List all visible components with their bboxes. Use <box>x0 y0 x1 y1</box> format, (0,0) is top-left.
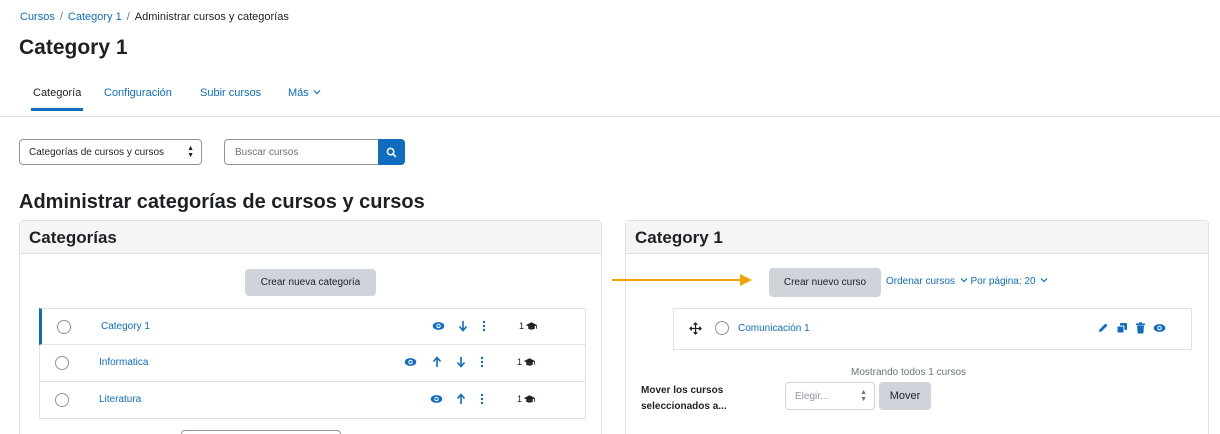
course-count: 1 <box>517 394 536 404</box>
eye-icon[interactable] <box>432 321 445 331</box>
graduation-cap-icon <box>525 322 538 330</box>
tab-configuracion[interactable]: Configuración <box>104 87 172 99</box>
course-count-value: 1 <box>517 357 523 367</box>
select-caret-icon: ▲ ▼ <box>187 145 194 159</box>
kebab-menu-icon[interactable] <box>480 393 484 405</box>
create-course-button[interactable]: Crear nuevo curso <box>769 268 881 297</box>
course-name-link[interactable]: Comunicación 1 <box>738 323 810 334</box>
category-select-radio[interactable] <box>55 356 69 370</box>
category-row[interactable]: Informatica 1 <box>39 345 586 382</box>
category-row[interactable]: Category 1 1 <box>39 308 586 345</box>
category-select-radio[interactable] <box>55 393 69 407</box>
category-name-link[interactable]: Category 1 <box>101 321 150 332</box>
move-button[interactable]: Mover <box>879 382 931 410</box>
per-page-label[interactable]: Por página: 20 <box>970 276 1035 287</box>
chevron-down-icon <box>313 90 321 95</box>
graduation-cap-icon <box>523 358 536 366</box>
bulk-action-select[interactable] <box>181 430 341 434</box>
manage-heading: Administrar categorías de cursos y curso… <box>19 191 425 213</box>
category-row[interactable]: Literatura 1 <box>39 382 586 419</box>
search-button[interactable] <box>378 139 405 165</box>
search-icon <box>386 147 397 157</box>
arrow-up-icon[interactable] <box>432 356 442 368</box>
breadcrumb: Cursos / Category 1 / Administrar cursos y c… <box>20 11 289 23</box>
breadcrumb-item-current: Administrar cursos y categorías <box>134 11 289 23</box>
annotation-arrow-head <box>740 274 752 286</box>
courses-panel-title: Category 1 <box>626 221 1208 254</box>
pencil-icon[interactable] <box>1097 322 1109 334</box>
copy-icon[interactable] <box>1116 322 1128 334</box>
showing-courses-text: Mostrando todos 1 cursos <box>851 367 967 378</box>
breadcrumb-separator: / <box>59 11 63 23</box>
course-count-value: 1 <box>519 321 525 331</box>
category-select-radio[interactable] <box>57 320 71 334</box>
course-count: 1 <box>517 357 536 367</box>
move-icon[interactable] <box>689 322 702 335</box>
move-target-select-value: Elegir... <box>795 390 829 402</box>
create-category-button[interactable]: Crear nueva categoría <box>245 269 376 296</box>
course-row[interactable]: Comunicación 1 <box>673 308 1192 350</box>
category-list: Category 1 1 Informatica 1 Literatura 1 <box>39 308 586 419</box>
trash-icon[interactable] <box>1135 322 1146 334</box>
page-title: Category 1 <box>19 36 128 59</box>
category-name-link[interactable]: Literatura <box>99 394 141 405</box>
arrow-down-icon[interactable] <box>458 320 468 332</box>
chevron-down-icon <box>1040 278 1048 283</box>
kebab-menu-icon[interactable] <box>480 356 484 368</box>
sort-courses-link[interactable]: Ordenar cursos Por página: 20 <box>886 276 1048 287</box>
arrow-down-icon[interactable] <box>456 356 466 368</box>
view-mode-select-value: Categorías de cursos y cursos <box>29 146 165 158</box>
chevron-down-icon <box>960 278 968 283</box>
category-name-link[interactable]: Informatica <box>99 357 148 368</box>
move-target-select[interactable]: Elegir... ▲ ▼ <box>785 382 875 410</box>
kebab-menu-icon[interactable] <box>482 320 486 332</box>
breadcrumb-item-category[interactable]: Category 1 <box>68 11 122 23</box>
select-caret-icon: ▲ ▼ <box>860 389 867 403</box>
tab-categoria[interactable]: Categoría <box>30 87 84 111</box>
breadcrumb-separator: / <box>126 11 130 23</box>
annotation-arrow <box>612 279 742 281</box>
eye-icon[interactable] <box>430 394 443 404</box>
eye-icon[interactable] <box>1153 323 1166 333</box>
course-count-value: 1 <box>517 394 523 404</box>
graduation-cap-icon <box>523 395 536 403</box>
eye-icon[interactable] <box>404 357 417 367</box>
secondary-navigation: Categoría Configuración Subir cursos Más <box>0 80 1220 117</box>
search-courses-input[interactable] <box>224 139 378 165</box>
breadcrumb-item-cursos[interactable]: Cursos <box>20 11 55 23</box>
view-mode-select[interactable]: Categorías de cursos y cursos ▲ ▼ <box>19 139 202 165</box>
categories-panel-title: Categorías <box>20 221 601 254</box>
course-count: 1 <box>519 321 538 331</box>
move-courses-label: Mover los cursos seleccionados a... <box>641 385 727 412</box>
course-select-radio[interactable] <box>715 321 729 335</box>
sort-courses-label: Ordenar cursos <box>886 276 955 287</box>
tab-mas-label: Más <box>288 87 309 99</box>
arrow-up-icon[interactable] <box>456 393 466 405</box>
tab-subir-cursos[interactable]: Subir cursos <box>200 87 261 99</box>
tab-mas[interactable]: Más <box>288 87 321 99</box>
